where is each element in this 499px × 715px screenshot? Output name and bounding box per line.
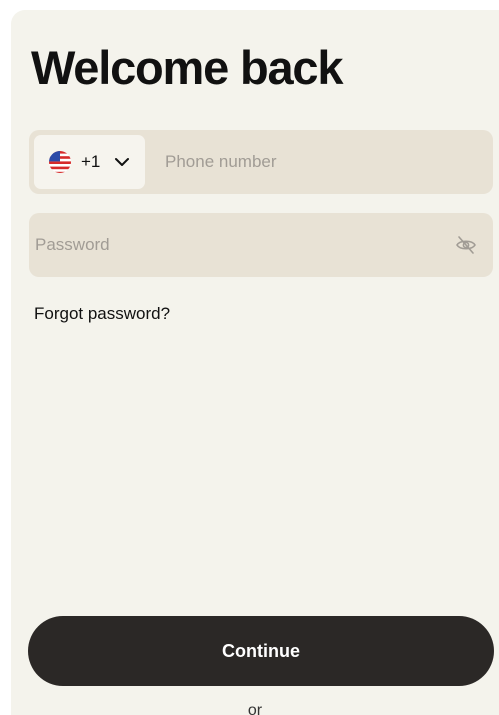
password-field (29, 213, 493, 277)
page-title: Welcome back (31, 41, 343, 94)
us-flag-icon (49, 151, 71, 173)
password-input[interactable] (35, 223, 435, 267)
dial-code: +1 (81, 152, 101, 171)
login-screen: Welcome back +1 Phone number Forgot pass… (11, 10, 499, 715)
forgot-password-link[interactable]: Forgot password? (34, 304, 170, 324)
continue-button[interactable]: Continue (28, 616, 494, 686)
or-divider: or (247, 702, 263, 715)
phone-number-input[interactable] (165, 140, 475, 184)
phone-field: +1 (29, 130, 493, 194)
chevron-down-icon (115, 158, 129, 166)
country-code-picker[interactable]: +1 (34, 135, 145, 189)
eye-off-icon[interactable] (455, 235, 477, 255)
